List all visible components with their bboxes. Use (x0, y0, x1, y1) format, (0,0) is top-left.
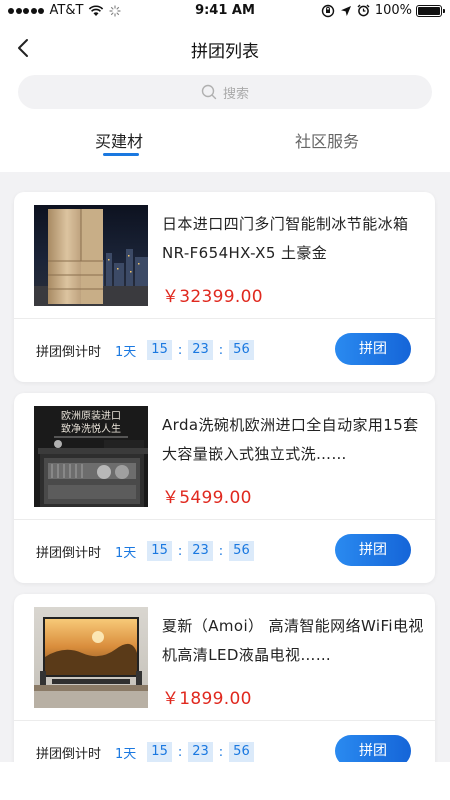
product-card[interactable]: 日本进口四门多门智能制冰节能冰箱NR-F654HX-X5 土豪金 ￥32399.… (14, 192, 435, 382)
countdown: 拼团倒计时 1天 15 : 23 : 56 (36, 340, 254, 360)
alarm-icon (357, 4, 370, 17)
countdown-minutes: 23 (188, 340, 213, 360)
search-icon (201, 84, 217, 100)
active-tab-indicator (103, 153, 139, 156)
image-text-line-1: 欧洲原装进口 (61, 409, 121, 422)
countdown-hours: 15 (147, 541, 172, 561)
product-name: 夏新（Amoi） 高清智能网络WiFi电视机高清LED液晶电视…… (162, 617, 424, 664)
countdown-days: 1天 (115, 746, 137, 762)
countdown-label: 拼团倒计时 (36, 344, 102, 360)
divider (14, 318, 435, 319)
colon-separator: : (218, 744, 224, 760)
product-price: ￥5499.00 (162, 488, 252, 508)
battery-percent: 100% (374, 3, 412, 18)
dishwasher-image: 欧洲原装进口 致净洗悦人生 (34, 406, 148, 507)
colon-separator: : (218, 543, 224, 559)
colon-separator: : (177, 342, 183, 358)
status-right: 100% (321, 3, 445, 18)
tv-image (34, 607, 148, 708)
divider (14, 720, 435, 721)
countdown-label: 拼团倒计时 (36, 746, 102, 762)
product-name: Arda洗碗机欧洲进口全自动家用15套大容量嵌入式独立式洗…… (162, 416, 419, 463)
product-price: ￥32399.00 (162, 287, 263, 307)
countdown-days: 1天 (115, 545, 137, 561)
colon-separator: : (218, 342, 224, 358)
countdown-days: 1天 (115, 344, 137, 360)
product-card[interactable]: 夏新（Amoi） 高清智能网络WiFi电视机高清LED液晶电视…… ￥1899.… (14, 594, 435, 784)
fridge-image (34, 205, 148, 306)
divider (14, 519, 435, 520)
countdown-hours: 15 (147, 340, 172, 360)
product-card[interactable]: 欧洲原装进口 致净洗悦人生 Arda洗碗机欧洲进口全自动家用15套大容量嵌入式独… (14, 393, 435, 583)
colon-separator: : (177, 744, 183, 760)
countdown-label: 拼团倒计时 (36, 545, 102, 561)
search-input[interactable]: 搜索 (18, 75, 432, 109)
colon-separator: : (177, 543, 183, 559)
countdown: 拼团倒计时 1天 15 : 23 : 56 (36, 742, 254, 762)
countdown: 拼团倒计时 1天 15 : 23 : 56 (36, 541, 254, 561)
screen: AT&T 9:41 AM 100% 拼团列表 搜索 买建材 社区服务 日本进口四… (0, 0, 450, 800)
tab-community-services[interactable]: 社区服务 (295, 128, 359, 152)
countdown-hours: 15 (147, 742, 172, 762)
page-title: 拼团列表 (191, 42, 259, 62)
nav-bar: 拼团列表 (0, 28, 450, 68)
join-group-button[interactable]: 拼团 (335, 333, 411, 365)
location-icon (340, 5, 351, 16)
countdown-minutes: 23 (188, 541, 213, 561)
countdown-seconds: 56 (229, 340, 254, 360)
status-bar: AT&T 9:41 AM 100% (0, 0, 450, 24)
join-group-button[interactable]: 拼团 (335, 534, 411, 566)
image-text-line-2: 致净洗悦人生 (61, 422, 121, 435)
product-name: 日本进口四门多门智能制冰节能冰箱NR-F654HX-X5 土豪金 (162, 215, 409, 262)
countdown-minutes: 23 (188, 742, 213, 762)
search-placeholder: 搜索 (222, 86, 249, 102)
product-price: ￥1899.00 (162, 689, 252, 709)
battery-icon (416, 4, 445, 17)
countdown-seconds: 56 (229, 742, 254, 762)
rotation-lock-icon (321, 4, 335, 17)
bottom-area (0, 762, 450, 800)
countdown-seconds: 56 (229, 541, 254, 561)
tab-building-materials[interactable]: 买建材 (95, 128, 143, 152)
